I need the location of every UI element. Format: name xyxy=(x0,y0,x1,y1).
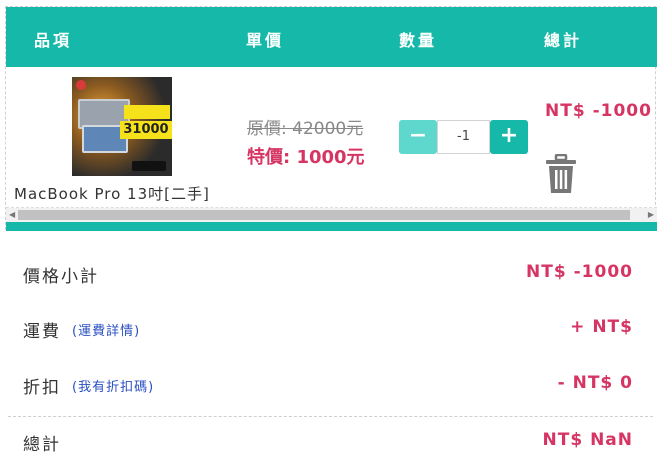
discount-value: - NT$ 0 xyxy=(557,373,633,393)
store-logo-icon xyxy=(76,80,86,90)
discount-code-link[interactable]: (我有折扣碼) xyxy=(72,376,154,395)
header-quantity: 數量 xyxy=(399,31,438,50)
quantity-decrease-button[interactable]: − xyxy=(399,120,437,154)
scrollbar-thumb[interactable] xyxy=(18,210,630,220)
cart-table: 品項 單價 數量 總計 31000 MacBook Pro 13吋[二手] 原價… xyxy=(5,6,657,231)
subtotal-value: NT$ -1000 xyxy=(526,262,633,282)
grand-total-value: NT$ NaN xyxy=(542,430,633,450)
product-thumbnail[interactable]: 31000 xyxy=(72,77,172,176)
shipping-details-link[interactable]: (運費詳情) xyxy=(72,320,140,339)
special-price: 特價: 1000元 xyxy=(247,147,365,168)
grand-total-label: 總計 xyxy=(23,435,61,455)
header-item: 品項 xyxy=(34,31,73,50)
subtotal-row: 價格小計 NT$ -1000 xyxy=(8,252,653,292)
quantity-input[interactable]: -1 xyxy=(437,120,490,154)
trash-icon[interactable] xyxy=(545,153,577,194)
discount-label: 折扣 xyxy=(23,378,61,398)
grand-total-row: 總計 NT$ NaN xyxy=(8,420,653,460)
quantity-stepper: − -1 + xyxy=(399,120,529,154)
quantity-increase-button[interactable]: + xyxy=(490,120,528,154)
subtotal-label: 價格小計 xyxy=(23,267,99,287)
discount-row: 折扣 (我有折扣碼) - NT$ 0 xyxy=(8,363,653,403)
horizontal-scrollbar[interactable]: ◀ ▶ xyxy=(6,208,657,222)
shipping-value: + NT$ xyxy=(570,317,633,337)
scroll-left-icon[interactable]: ◀ xyxy=(9,211,15,219)
cart-table-header: 品項 單價 數量 總計 xyxy=(6,7,657,67)
header-total: 總計 xyxy=(544,31,583,50)
scroll-right-icon[interactable]: ▶ xyxy=(648,211,654,219)
header-unit-price: 單價 xyxy=(246,31,285,50)
line-total: NT$ -1000 xyxy=(545,101,652,121)
app-store-badge xyxy=(132,161,166,171)
shipping-label: 運費 xyxy=(23,322,61,342)
original-price: 原價: 42000元 xyxy=(247,119,364,139)
table-bottom-band xyxy=(6,222,657,231)
shipping-row: 運費 (運費詳情) + NT$ xyxy=(8,307,653,347)
product-name[interactable]: MacBook Pro 13吋[二手] xyxy=(14,183,210,204)
cart-row: 31000 MacBook Pro 13吋[二手] 原價: 42000元 特價:… xyxy=(6,67,657,208)
thumbnail-price: 31000 xyxy=(120,121,172,139)
summary-divider xyxy=(8,416,653,417)
promo-band xyxy=(124,105,170,119)
